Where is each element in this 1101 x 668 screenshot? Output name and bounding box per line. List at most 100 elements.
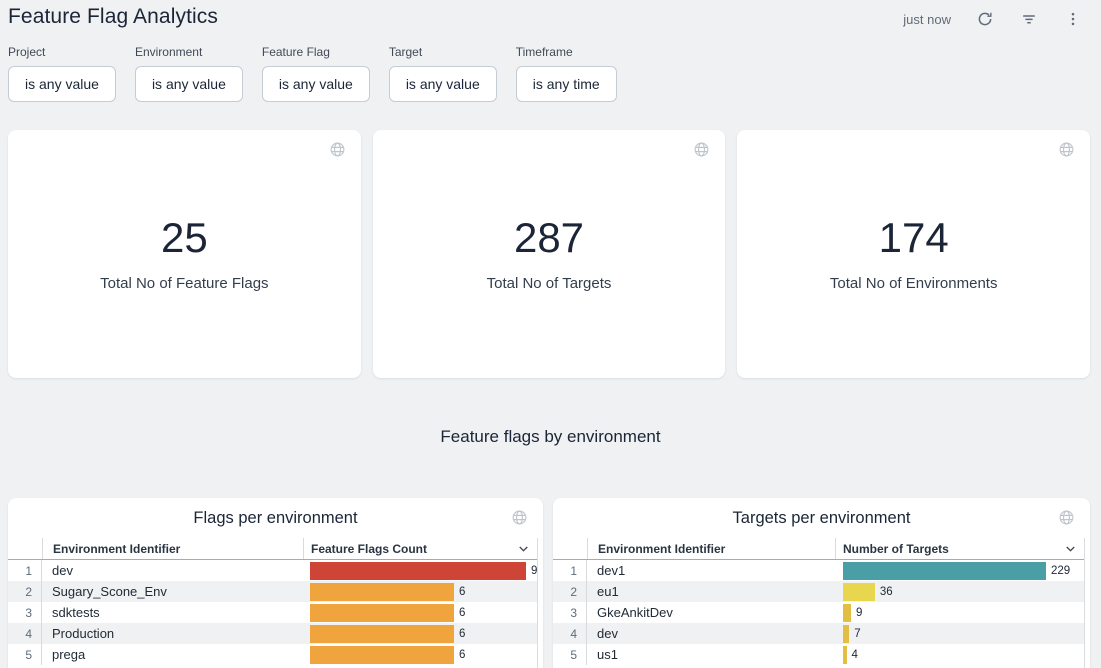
filter-label: Environment bbox=[135, 45, 243, 59]
table-row[interactable]: 5us1 4 bbox=[553, 644, 1090, 665]
filter-target-button[interactable]: is any value bbox=[389, 66, 497, 102]
bar-value-label: 9 bbox=[856, 607, 862, 619]
bar-cell: 4 bbox=[835, 646, 1090, 664]
refresh-button[interactable] bbox=[975, 9, 995, 29]
value-bar bbox=[310, 604, 454, 622]
globe-icon bbox=[693, 141, 710, 163]
table-row[interactable]: 5prega 6 bbox=[8, 644, 543, 665]
table-title: Targets per environment bbox=[553, 498, 1090, 538]
value-bar bbox=[310, 562, 526, 580]
last-refreshed-text: just now bbox=[903, 12, 951, 27]
bar-value-label: 229 bbox=[1051, 565, 1070, 577]
bar-value-label: 6 bbox=[459, 649, 465, 661]
table-scrollbar[interactable] bbox=[537, 538, 543, 668]
table-row[interactable]: 4dev7 bbox=[553, 623, 1090, 644]
kpi-card-feature-flags: 25 Total No of Feature Flags bbox=[8, 130, 361, 378]
row-index-header bbox=[8, 538, 42, 559]
bar-cell: 229 bbox=[835, 562, 1090, 580]
value-bar bbox=[310, 646, 454, 664]
tables-row: Flags per environment Environment Identi… bbox=[8, 498, 1090, 668]
filter-label: Target bbox=[389, 45, 497, 59]
bar-cell: 36 bbox=[835, 583, 1090, 601]
globe-icon bbox=[329, 141, 346, 163]
filter-project-button[interactable]: is any value bbox=[8, 66, 116, 102]
table-row[interactable]: 1dev9 bbox=[8, 560, 543, 581]
row-index: 3 bbox=[553, 602, 587, 623]
value-bar bbox=[843, 583, 875, 601]
table-title: Flags per environment bbox=[8, 498, 543, 538]
table-header-row: Environment Identifier Number of Targets bbox=[553, 538, 1090, 560]
environment-identifier-cell: prega bbox=[42, 644, 303, 665]
table-body: 1dev12292eu1363GkeAnkitDev94dev75us14 bbox=[553, 560, 1090, 665]
refresh-icon bbox=[976, 10, 994, 28]
row-index: 2 bbox=[8, 581, 42, 602]
row-index: 4 bbox=[8, 623, 42, 644]
row-index: 5 bbox=[8, 644, 42, 665]
bar-cell: 9 bbox=[835, 604, 1090, 622]
table-row[interactable]: 4Production6 bbox=[8, 623, 543, 644]
bar-cell: 6 bbox=[303, 646, 543, 664]
kpi-label: Total No of Feature Flags bbox=[100, 275, 268, 292]
globe-icon bbox=[1058, 509, 1075, 531]
filter-timeframe-button[interactable]: is any time bbox=[516, 66, 617, 102]
value-bar bbox=[843, 562, 1046, 580]
value-bar bbox=[843, 646, 847, 664]
bar-value-label: 4 bbox=[852, 649, 858, 661]
row-index: 5 bbox=[553, 644, 587, 665]
environment-identifier-cell: dev1 bbox=[587, 560, 835, 581]
page-title: Feature Flag Analytics bbox=[8, 5, 218, 29]
bar-cell: 9 bbox=[303, 562, 543, 580]
filter-feature-flag-button[interactable]: is any value bbox=[262, 66, 370, 102]
table-row[interactable]: 2eu136 bbox=[553, 581, 1090, 602]
kpi-value: 174 bbox=[879, 217, 949, 259]
column-header[interactable]: Environment Identifier bbox=[42, 538, 303, 559]
environment-identifier-cell: dev bbox=[42, 560, 303, 581]
environment-identifier-cell: GkeAnkitDev bbox=[587, 602, 835, 623]
filter-environment-button[interactable]: is any value bbox=[135, 66, 243, 102]
row-index: 1 bbox=[8, 560, 42, 581]
globe-icon bbox=[1058, 141, 1075, 163]
filter-target: Target is any value bbox=[389, 45, 497, 102]
environment-identifier-cell: us1 bbox=[587, 644, 835, 665]
chevron-down-icon[interactable] bbox=[1063, 541, 1078, 561]
bar-cell: 6 bbox=[303, 583, 543, 601]
table-row[interactable]: 3GkeAnkitDev 9 bbox=[553, 602, 1090, 623]
row-index-header bbox=[553, 538, 587, 559]
value-bar bbox=[843, 604, 851, 622]
environment-identifier-cell: sdktests bbox=[42, 602, 303, 623]
environment-identifier-cell: Sugary_Scone_Env bbox=[42, 581, 303, 602]
kpi-card-targets: 287 Total No of Targets bbox=[373, 130, 726, 378]
bar-cell: 6 bbox=[303, 604, 543, 622]
filter-environment: Environment is any value bbox=[135, 45, 243, 102]
kpi-label: Total No of Environments bbox=[830, 275, 998, 292]
kpi-value: 25 bbox=[161, 217, 208, 259]
kpi-value: 287 bbox=[514, 217, 584, 259]
column-header[interactable]: Number of Targets bbox=[835, 538, 1090, 559]
bar-cell: 7 bbox=[835, 625, 1090, 643]
table-row[interactable]: 2Sugary_Scone_Env 6 bbox=[8, 581, 543, 602]
table-header-row: Environment Identifier Feature Flags Cou… bbox=[8, 538, 543, 560]
section-title: Feature flags by environment bbox=[0, 427, 1101, 447]
value-bar bbox=[310, 625, 454, 643]
table-scrollbar[interactable] bbox=[1084, 538, 1090, 668]
table-row[interactable]: 3sdktests6 bbox=[8, 602, 543, 623]
flags-per-environment-card: Flags per environment Environment Identi… bbox=[8, 498, 543, 668]
row-index: 3 bbox=[8, 602, 42, 623]
environment-identifier-cell: eu1 bbox=[587, 581, 835, 602]
filter-label: Timeframe bbox=[516, 45, 617, 59]
value-bar bbox=[843, 625, 849, 643]
chevron-down-icon[interactable] bbox=[516, 541, 531, 561]
filter-project: Project is any value bbox=[8, 45, 116, 102]
kpi-row: 25 Total No of Feature Flags 287 Total N… bbox=[8, 130, 1090, 378]
kpi-card-environments: 174 Total No of Environments bbox=[737, 130, 1090, 378]
column-header[interactable]: Environment Identifier bbox=[587, 538, 835, 559]
bar-value-label: 6 bbox=[459, 586, 465, 598]
table-row[interactable]: 1dev1 229 bbox=[553, 560, 1090, 581]
more-options-button[interactable] bbox=[1063, 9, 1083, 29]
dashboard-page: Feature Flag Analytics just now bbox=[0, 0, 1101, 668]
row-index: 2 bbox=[553, 581, 587, 602]
row-index: 1 bbox=[553, 560, 587, 581]
dashboard-filters-button[interactable] bbox=[1019, 9, 1039, 29]
column-header[interactable]: Feature Flags Count bbox=[303, 538, 543, 559]
environment-identifier-cell: Production bbox=[42, 623, 303, 644]
